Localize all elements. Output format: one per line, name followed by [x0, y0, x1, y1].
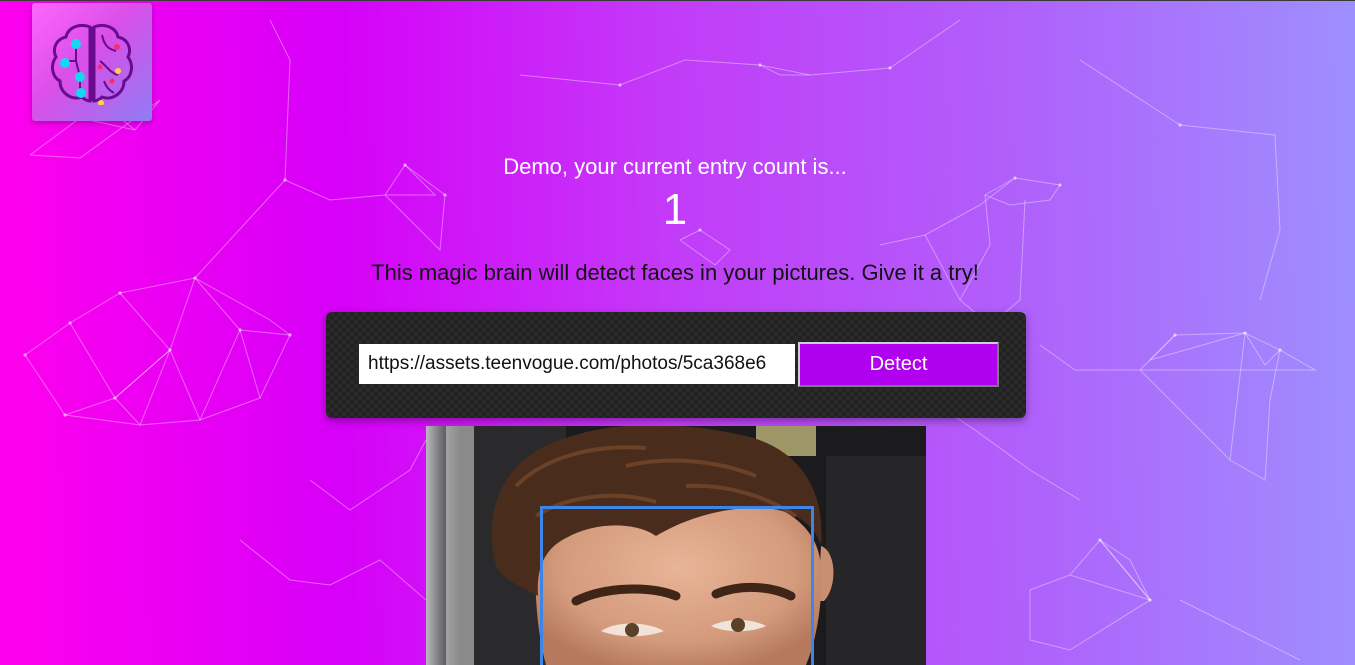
logo-tile: [32, 3, 152, 121]
face-bounding-box: [540, 506, 814, 665]
image-url-input[interactable]: [359, 344, 795, 384]
detect-button[interactable]: Detect: [798, 342, 999, 387]
entry-count-value: 1: [662, 185, 688, 234]
entry-count-label: Demo, your current entry count is...: [503, 154, 847, 179]
intro-text: This magic brain will detect faces in yo…: [371, 260, 979, 285]
brain-icon: [51, 23, 133, 105]
